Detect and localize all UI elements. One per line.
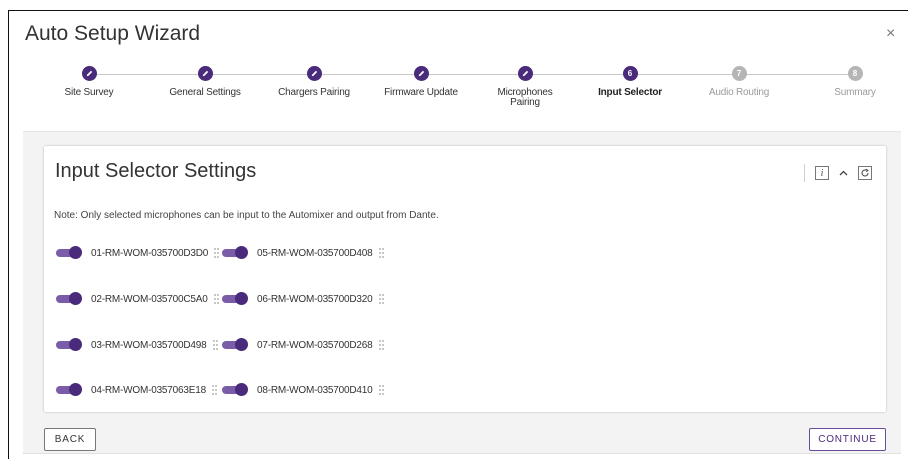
step-label: General Settings — [169, 87, 241, 98]
mic-toggle[interactable] — [56, 245, 82, 261]
mic-toggle[interactable] — [56, 291, 82, 307]
step-label: Input Selector — [598, 87, 662, 98]
back-button[interactable]: BACK — [44, 428, 96, 451]
step-firmware-update[interactable]: Firmware Update — [366, 66, 476, 98]
refresh-icon[interactable] — [858, 166, 872, 180]
step-general-settings[interactable]: General Settings — [150, 66, 260, 98]
mic-toggle[interactable] — [222, 337, 248, 353]
mic-toggle[interactable] — [222, 245, 248, 261]
drag-handle-icon[interactable] — [212, 339, 218, 351]
mic-item: 03-RM-WOM-035700D498 — [56, 337, 218, 353]
step-label: Microphones Pairing — [497, 87, 553, 108]
divider — [23, 453, 901, 454]
mic-name: 06-RM-WOM-035700D320 — [257, 293, 373, 305]
mic-item: 04-RM-WOM-0357063E18 — [56, 382, 217, 398]
mic-name: 08-RM-WOM-035700D410 — [257, 384, 373, 396]
mic-item: 06-RM-WOM-035700D320 — [222, 291, 384, 307]
step-label: Chargers Pairing — [278, 87, 350, 98]
drag-handle-icon[interactable] — [378, 384, 384, 396]
drag-handle-icon[interactable] — [378, 339, 384, 351]
mic-toggle[interactable] — [222, 291, 248, 307]
mic-item: 02-RM-WOM-035700C5A0 — [56, 291, 219, 307]
mic-name: 03-RM-WOM-035700D498 — [91, 339, 207, 351]
step-audio-routing: 7 Audio Routing — [684, 66, 794, 98]
step-microphones-pairing[interactable]: Microphones Pairing — [470, 66, 580, 108]
mic-item: 01-RM-WOM-035700D3D0 — [56, 245, 220, 261]
pencil-icon — [197, 66, 213, 81]
mic-name: 02-RM-WOM-035700C5A0 — [91, 293, 208, 305]
pencil-icon — [81, 66, 97, 81]
chevron-up-icon[interactable] — [839, 167, 848, 179]
step-number-badge: 7 — [731, 66, 747, 81]
mic-toggle[interactable] — [56, 337, 82, 353]
mic-item: 05-RM-WOM-035700D408 — [222, 245, 384, 261]
step-label: Summary — [834, 87, 876, 98]
step-label: Audio Routing — [708, 87, 770, 98]
step-input-selector[interactable]: 6 Input Selector — [575, 66, 685, 98]
wizard-content: Input Selector Settings i Note: Only sel… — [23, 132, 901, 453]
drag-handle-icon[interactable] — [378, 293, 384, 305]
drag-handle-icon[interactable] — [378, 247, 384, 259]
wizard-stepper: Site Survey General Settings Chargers Pa… — [23, 55, 901, 131]
step-number-badge: 6 — [622, 66, 638, 81]
mic-item: 08-RM-WOM-035700D410 — [222, 382, 384, 398]
note-text: Note: Only selected microphones can be i… — [54, 210, 439, 221]
pencil-icon — [306, 66, 322, 81]
dialog-title: Auto Setup Wizard — [25, 22, 201, 45]
pencil-icon — [517, 66, 533, 81]
continue-button[interactable]: CONTINUE — [809, 428, 886, 451]
step-chargers-pairing[interactable]: Chargers Pairing — [259, 66, 369, 98]
drag-handle-icon[interactable] — [214, 247, 220, 259]
step-summary: 8 Summary — [800, 66, 908, 98]
mic-name: 04-RM-WOM-0357063E18 — [91, 384, 206, 396]
wizard-dialog: Auto Setup Wizard × Site Survey General … — [8, 10, 908, 459]
mic-name: 07-RM-WOM-035700D268 — [257, 339, 373, 351]
drag-handle-icon[interactable] — [213, 293, 219, 305]
mic-name: 05-RM-WOM-035700D408 — [257, 247, 373, 259]
card-title: Input Selector Settings — [55, 160, 257, 182]
close-icon[interactable]: × — [886, 25, 895, 43]
info-icon[interactable]: i — [815, 166, 829, 180]
step-number-badge: 8 — [847, 66, 863, 81]
card-tools: i — [804, 164, 872, 182]
mic-item: 07-RM-WOM-035700D268 — [222, 337, 384, 353]
input-selector-card: Input Selector Settings i Note: Only sel… — [44, 146, 886, 412]
mic-toggle[interactable] — [222, 382, 248, 398]
divider — [804, 164, 805, 182]
pencil-icon — [413, 66, 429, 81]
drag-handle-icon[interactable] — [211, 384, 217, 396]
step-label: Site Survey — [64, 87, 114, 98]
mic-name: 01-RM-WOM-035700D3D0 — [91, 247, 209, 259]
step-label: Firmware Update — [384, 87, 458, 98]
mic-toggle[interactable] — [56, 382, 82, 398]
step-site-survey[interactable]: Site Survey — [34, 66, 144, 98]
